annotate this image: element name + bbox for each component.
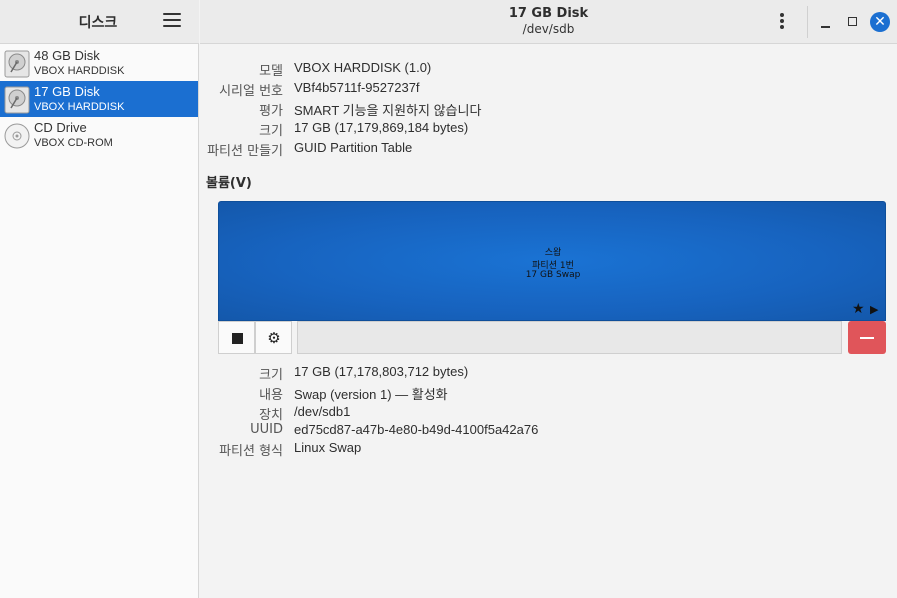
disk-name: 17 GB Disk [34, 84, 100, 99]
partition-type-label: 스왑 [544, 248, 562, 258]
disk-model: VBOX HARDDISK [34, 65, 125, 77]
star-icon: ★ [852, 301, 865, 317]
partition-block[interactable]: 스왑 파티션 1번 17 GB Swap ★ ▶ [218, 201, 886, 321]
more-options-icon[interactable] [773, 12, 791, 32]
page-title: 17 GB Disk [508, 6, 589, 21]
settings-button[interactable]: ⚙ [255, 321, 292, 354]
info-value-partitioning: GUID Partition Table [294, 140, 413, 155]
header-bar: 17 GB Disk /dev/sdb ✕ [200, 0, 897, 44]
disk-model: VBOX HARDDISK [34, 101, 125, 113]
disk-item-cd-drive[interactable]: CD Drive VBOX CD-ROM [0, 117, 198, 153]
partition-value-contents: Swap (version 1) — 활성화 [294, 387, 448, 402]
stop-button[interactable] [218, 321, 255, 354]
disk-item-17gb[interactable]: 17 GB Disk VBOX HARDDISK [0, 81, 198, 117]
info-label-serial: 시리얼 번호 [219, 84, 283, 99]
volumes-heading: 볼륨(V) [206, 176, 252, 191]
delete-partition-button[interactable] [848, 321, 886, 354]
partition-label-contents: 내용 [259, 388, 283, 403]
minimize-button[interactable] [816, 12, 836, 32]
sidebar: 디스크 48 GB Disk VBOX HARDDISK 17 GB Disk … [0, 0, 199, 598]
toolbar-spacer [297, 321, 842, 354]
disk-name: CD Drive [34, 120, 87, 135]
partition-label-size: 크기 [259, 368, 283, 383]
optical-disc-icon [4, 123, 30, 149]
gears-icon: ⚙ [267, 329, 281, 347]
info-label-model: 모델 [259, 64, 283, 79]
close-button[interactable]: ✕ [870, 12, 890, 32]
info-value-assessment: SMART 기능을 지원하지 않습니다 [294, 103, 482, 118]
info-value-serial: VBf4b5711f-9527237f [294, 80, 420, 95]
minus-icon [860, 337, 874, 339]
info-label-assessment: 평가 [259, 104, 283, 119]
hard-disk-icon [4, 50, 30, 78]
sidebar-header: 디스크 [0, 0, 199, 44]
play-icon: ▶ [870, 303, 879, 316]
partition-value-size: 17 GB (17,178,803,712 bytes) [294, 364, 469, 379]
hard-disk-icon [4, 86, 30, 114]
info-value-size: 17 GB (17,179,869,184 bytes) [294, 120, 469, 135]
partition-value-uuid: ed75cd87-a47b-4e80-b49d-4100f5a42a76 [294, 422, 539, 437]
maximize-button[interactable] [843, 12, 863, 32]
partition-value-type: Linux Swap [294, 440, 362, 455]
partition-size-label: 17 GB Swap [525, 270, 581, 280]
disk-name: 48 GB Disk [34, 48, 100, 63]
disk-model: VBOX CD-ROM [34, 137, 113, 149]
partition-value-device: /dev/sdb1 [294, 404, 351, 419]
header-divider [807, 6, 808, 38]
menu-icon[interactable] [163, 13, 181, 29]
stop-icon [232, 333, 243, 344]
info-value-model: VBOX HARDDISK (1.0) [294, 60, 432, 75]
info-label-size: 크기 [259, 124, 283, 139]
partition-label-uuid: UUID [250, 422, 283, 437]
partition-label-device: 장치 [259, 408, 283, 423]
close-icon: ✕ [870, 12, 890, 32]
device-path: /dev/sdb [522, 22, 575, 36]
partition-label-type: 파티션 형식 [219, 444, 283, 459]
info-label-partitioning: 파티션 만들기 [207, 144, 283, 159]
disk-item-48gb[interactable]: 48 GB Disk VBOX HARDDISK [0, 45, 198, 81]
